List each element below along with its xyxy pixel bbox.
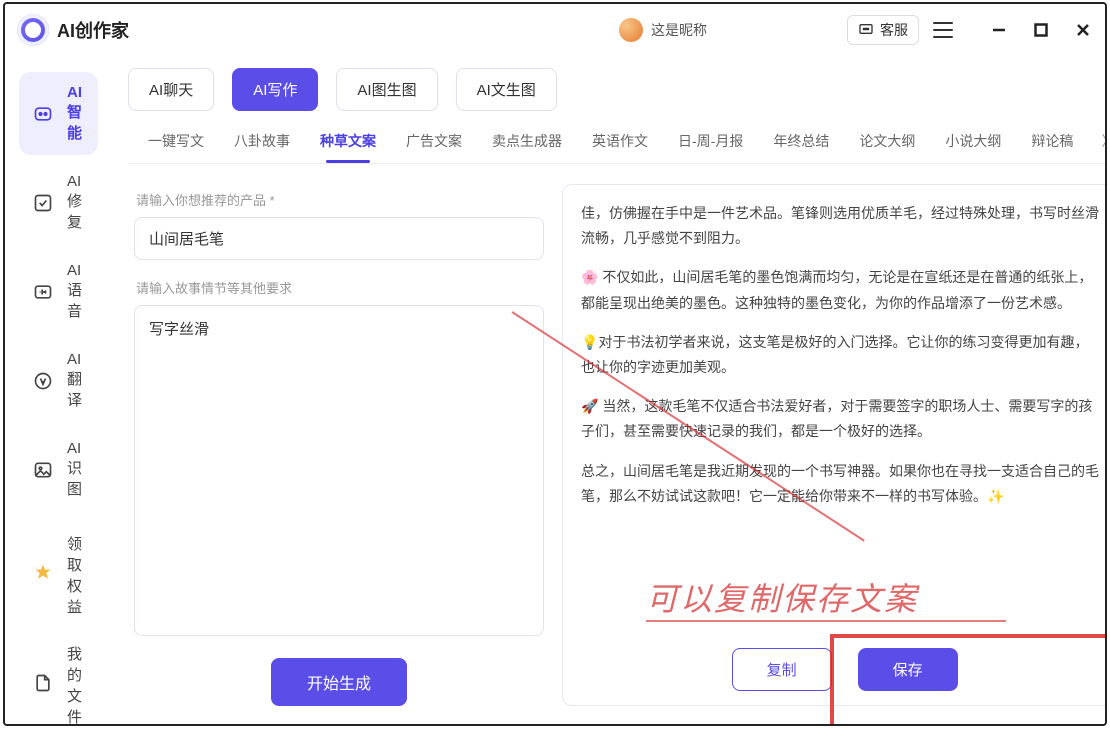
maximize-button[interactable] [1031,20,1051,40]
sidebar-item-label: AI智能 [67,84,84,143]
nickname-text: 这是昵称 [651,20,707,40]
file-icon [33,673,53,697]
content-area: 请输入你想推荐的产品 * 请输入故事情节等其他要求 开始生成 佳，仿佛握在手中是… [112,164,1105,724]
sidebar-item-label: AI翻译 [67,351,84,410]
app-title: AI创作家 [57,17,129,43]
tab-ai-text2img[interactable]: AI文生图 [456,68,557,111]
ai-translate-icon [33,370,53,392]
tab-ai-write[interactable]: AI写作 [232,68,318,111]
sidebar: AI智能 AI修复 AI语音 AI翻译 AI识图 领取权益 [5,56,112,724]
window-controls [989,20,1093,40]
subnav-item[interactable]: 年终总结 [771,125,831,163]
user-nickname-group[interactable]: 这是昵称 [619,18,707,42]
output-panel: 佳，仿佛握在手中是一件艺术品。笔锋则选用优质羊毛，经过特殊处理，书写时丝滑流畅，… [562,184,1105,706]
sidebar-item-ai-voice[interactable]: AI语音 [19,250,98,333]
titlebar: AI创作家 这是昵称 客服 [5,4,1105,56]
customer-service-button[interactable]: 客服 [847,15,919,45]
output-text[interactable]: 佳，仿佛握在手中是一件艺术品。笔锋则选用优质羊毛，经过特殊处理，书写时丝滑流畅，… [581,201,1105,632]
form-panel: 请输入你想推荐的产品 * 请输入故事情节等其他要求 开始生成 [134,184,544,706]
requirement-textarea[interactable] [134,305,544,636]
output-actions: 复制 保存 [581,632,1105,691]
sidebar-item-label: AI识图 [67,440,84,499]
sidebar-bottom-label: 领取权益 [67,533,84,617]
menu-icon[interactable] [933,22,953,38]
app-logo-group: AI创作家 [17,14,129,46]
output-paragraph: 💡对于书法初学者来说，这支笔是极好的入门选择。它让你的练习变得更加有趣，也让你的… [581,330,1100,380]
sidebar-item-ai-translate[interactable]: AI翻译 [19,339,98,422]
app-logo-icon [17,14,49,46]
avatar [619,18,643,42]
sidebar-item-ai-smart[interactable]: AI智能 [19,72,98,155]
customer-service-label: 客服 [880,20,908,40]
rights-icon [33,563,53,587]
subnav-item[interactable]: 一键写文 [146,125,206,163]
subnav-item[interactable]: 论文大纲 [857,125,917,163]
close-button[interactable] [1073,20,1093,40]
sidebar-item-ai-repair[interactable]: AI修复 [19,161,98,244]
subnav-item[interactable]: 八卦故事 [232,125,292,163]
output-paragraph: 🌸 不仅如此，山间居毛笔的墨色饱满而均匀，无论是在宣纸还是在普通的纸张上，都能呈… [581,265,1100,315]
subnav-item[interactable]: 广告文案 [404,125,464,163]
sidebar-bottom-files[interactable]: 我的文件 [19,633,98,724]
generate-button[interactable]: 开始生成 [271,658,407,706]
product-label: 请输入你想推荐的产品 * [136,190,542,209]
minimize-button[interactable] [989,20,1009,40]
copy-button[interactable]: 复制 [732,648,832,691]
product-input[interactable] [134,217,544,260]
save-button[interactable]: 保存 [858,648,958,691]
subnav-item[interactable]: 小说大纲 [943,125,1003,163]
ai-repair-icon [33,192,53,214]
app-body: AI智能 AI修复 AI语音 AI翻译 AI识图 领取权益 [5,56,1105,724]
top-tabs: AI聊天 AI写作 AI图生图 AI文生图 [112,56,1105,115]
subnav-item[interactable]: 卖点生成器 [490,125,564,163]
main-area: AI聊天 AI写作 AI图生图 AI文生图 一键写文 八卦故事 种草文案 广告文… [112,56,1105,724]
chat-bubble-icon [858,22,874,38]
app-window: AI创作家 这是昵称 客服 AI智能 AI修 [3,2,1107,726]
tab-ai-img2img[interactable]: AI图生图 [336,68,437,111]
sidebar-item-ai-image[interactable]: AI识图 [19,428,98,511]
sidebar-item-label: AI语音 [67,262,84,321]
subnav: 一键写文 八卦故事 种草文案 广告文案 卖点生成器 英语作文 日-周-月报 年终… [112,115,1105,163]
ai-voice-icon [33,281,53,303]
subnav-item-active[interactable]: 种草文案 [318,125,378,163]
sidebar-bottom-label: 我的文件 [67,643,84,724]
subnav-item[interactable]: 辩论稿 [1029,125,1075,163]
chevron-right-icon[interactable]: 〉 [1101,125,1105,163]
requirement-label: 请输入故事情节等其他要求 [136,278,542,297]
tab-ai-chat[interactable]: AI聊天 [128,68,214,111]
ai-smart-icon [33,103,53,125]
output-paragraph: 总之，山间居毛笔是我近期发现的一个书写神器。如果你也在寻找一支适合自己的毛笔，那… [581,459,1100,509]
sidebar-bottom-rights[interactable]: 领取权益 [19,523,98,627]
sidebar-item-label: AI修复 [67,173,84,232]
subnav-item[interactable]: 英语作文 [590,125,650,163]
subnav-item[interactable]: 日-周-月报 [676,125,745,163]
output-paragraph: 🚀 当然，这款毛笔不仅适合书法爱好者，对于需要签字的职场人士、需要写字的孩子们，… [581,394,1100,444]
ai-image-icon [33,459,53,481]
output-paragraph: 佳，仿佛握在手中是一件艺术品。笔锋则选用优质羊毛，经过特殊处理，书写时丝滑流畅，… [581,201,1100,251]
